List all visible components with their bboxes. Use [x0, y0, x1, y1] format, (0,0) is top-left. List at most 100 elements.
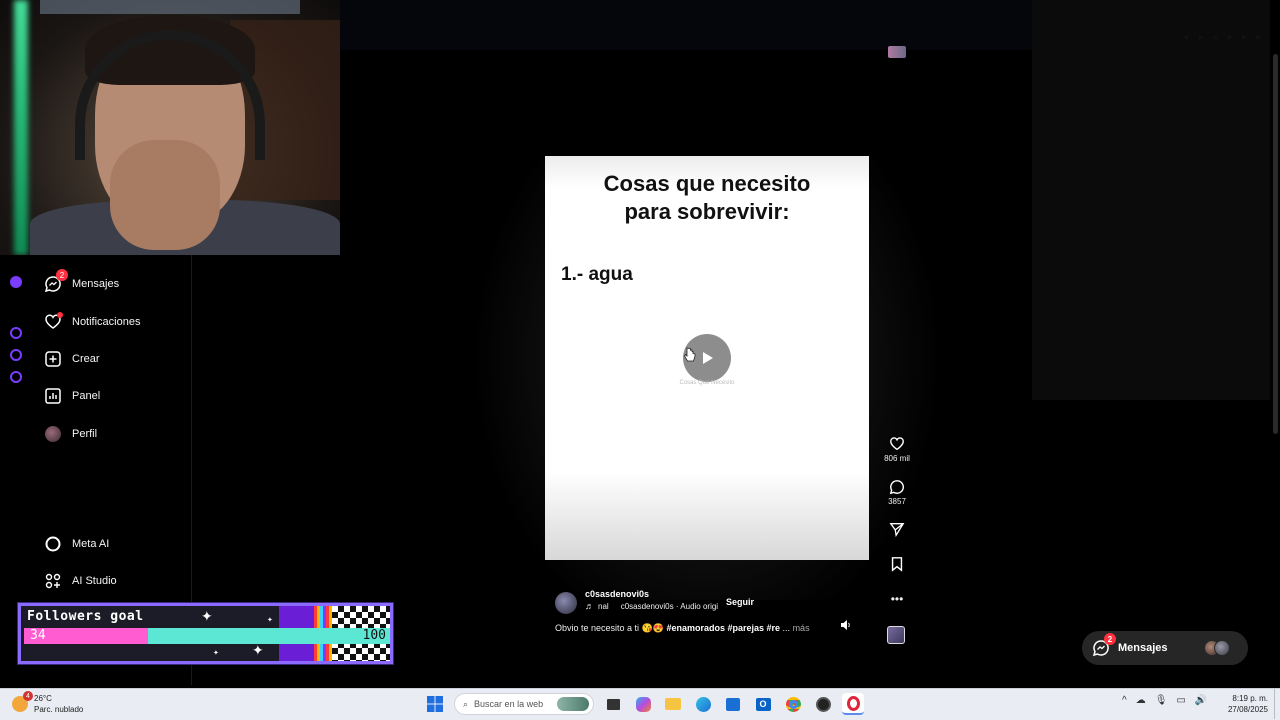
volume-button[interactable]	[840, 619, 856, 633]
temperature: 26°C	[34, 694, 52, 703]
sidebar-item-meta-ai[interactable]: Meta AI	[44, 532, 109, 556]
sidebar-item-notificaciones[interactable]: Notificaciones	[44, 310, 140, 334]
weather-text: 26°C Parc. nublado	[34, 693, 83, 715]
copilot-icon[interactable]	[632, 693, 654, 715]
store-icon[interactable]	[722, 693, 744, 715]
sidebar-item-crear[interactable]: Crear	[44, 347, 100, 371]
opera-icon[interactable]	[842, 693, 864, 715]
meta-ai-ring-icon	[44, 535, 62, 553]
file-explorer-icon[interactable]	[662, 693, 684, 715]
sidebar-item-perfil[interactable]: Perfil	[44, 422, 97, 446]
search-highlight-image	[557, 697, 589, 711]
comment-icon	[889, 480, 905, 495]
sidebar-item-ai-studio[interactable]: AI Studio	[44, 569, 117, 593]
volume-icon[interactable]: 🔊	[1195, 695, 1207, 706]
goal-target-value: 100	[362, 628, 386, 643]
caption-hashtags[interactable]: #enamorados #parejas #re	[666, 623, 780, 633]
reel-footer: c0sasdenovi0s ♬ nal c0sasdenovi0s · Audi…	[555, 586, 860, 638]
windows-start-button[interactable]	[424, 693, 446, 715]
reel-title-line: para sobrevivir:	[624, 199, 790, 224]
chrome-icon[interactable]	[782, 693, 804, 715]
notification-badge: 4	[23, 691, 33, 701]
search-placeholder: Buscar en la web	[474, 699, 544, 709]
dimmed-side-panel: ▫ ▫ ▫ ▫ ▫ ▫	[1032, 0, 1270, 400]
edge-icon[interactable]	[692, 693, 714, 715]
outlook-icon[interactable]: O	[752, 693, 774, 715]
obs-icon[interactable]	[812, 693, 834, 715]
sidebar-item-label: Mensajes	[72, 278, 120, 290]
audio-info[interactable]: ♬ nal c0sasdenovi0s · Audio origi	[585, 601, 718, 611]
notification-dot	[57, 312, 63, 318]
avatar	[1214, 640, 1230, 656]
cloud-icon[interactable]: ☁	[1136, 695, 1146, 706]
sidebar-item-label: Perfil	[72, 428, 98, 440]
bookmark-icon	[891, 557, 903, 572]
windows-taskbar: 4 26°C Parc. nublado ⌕ Buscar en la web …	[0, 688, 1280, 720]
heart-icon	[44, 312, 63, 331]
sidebar-item-label: Crear	[72, 353, 100, 365]
messages-pill-label: Mensajes	[1118, 642, 1168, 654]
goal-current-value: 34	[30, 628, 46, 643]
avatar-icon	[44, 425, 62, 443]
webcam-led-strip	[14, 0, 28, 255]
rail-clock-icon[interactable]	[10, 327, 22, 339]
audio-prefix: nal	[598, 601, 609, 611]
post-caption: Obvio te necesito a ti 😘😍 #enamorados #p…	[555, 623, 855, 634]
sparkle-icon: ✦	[213, 650, 219, 657]
webcam-shelf	[40, 0, 300, 14]
audio-thumbnail[interactable]	[887, 626, 905, 644]
taskbar-apps: ⌕ Buscar en la web O	[424, 693, 864, 715]
webcam-overlay	[0, 0, 340, 255]
show-desktop-button[interactable]	[1274, 689, 1278, 719]
display-icon[interactable]: ▭	[1176, 695, 1185, 706]
messenger-icon: 2	[1092, 633, 1116, 657]
scrollbar-thumb[interactable]	[1273, 54, 1278, 434]
reel-title-line: Cosas que necesito	[603, 171, 811, 196]
followers-goal-widget: Followers goal ✦ ✦ 34 100 ✦ ✦	[18, 603, 393, 664]
comment-button[interactable]: 3857	[880, 479, 914, 506]
rail-active-icon[interactable]	[10, 276, 22, 288]
avatar[interactable]	[555, 592, 577, 614]
messages-pill-button[interactable]: 2 Mensajes	[1082, 631, 1248, 665]
page-scrollbar[interactable]	[1270, 48, 1280, 688]
speaker-icon	[841, 620, 850, 630]
taskbar-search-box[interactable]: ⌕ Buscar en la web	[454, 693, 594, 715]
sidebar-item-panel[interactable]: Panel	[44, 384, 100, 408]
task-view-icon[interactable]	[602, 693, 624, 715]
audio-label: c0sasdenovi0s · Audio origi	[620, 601, 719, 611]
more-link[interactable]: más	[793, 623, 810, 633]
taskbar-clock[interactable]: 8:19 p. m. 27/08/2025	[1222, 693, 1268, 715]
search-icon: ⌕	[463, 698, 469, 709]
weather-condition: Parc. nublado	[34, 705, 84, 714]
top-header-strip	[340, 0, 1032, 50]
heart-icon	[890, 437, 904, 451]
share-button[interactable]	[880, 521, 914, 537]
rail-settings-icon[interactable]	[10, 371, 22, 383]
post-username[interactable]: c0sasdenovi0s	[585, 589, 649, 599]
ghost-icon: ▫	[1184, 30, 1189, 44]
caption-text: Obvio te necesito a ti 😘😍	[555, 623, 667, 633]
like-button[interactable]: 806 mil	[880, 436, 914, 463]
play-icon	[703, 352, 713, 364]
ghost-icon: ▫	[1255, 30, 1260, 44]
ghost-toolbar: ▫ ▫ ▫ ▫ ▫ ▫	[1184, 30, 1260, 44]
rail-home-icon[interactable]	[10, 349, 22, 361]
microphone-icon[interactable]: 🎙	[1155, 695, 1168, 706]
clock-date: 27/08/2025	[1227, 705, 1268, 714]
previous-reel-thumbnail[interactable]	[888, 46, 906, 58]
sidebar-item-label: Notificaciones	[72, 316, 141, 328]
follow-button[interactable]: Seguir	[721, 594, 759, 610]
caption-ellipsis: ...	[780, 623, 793, 633]
goal-progress-track: 34 100	[24, 628, 390, 644]
save-button[interactable]	[880, 556, 914, 572]
chevron-up-icon[interactable]: ^	[1122, 695, 1127, 706]
ghost-icon: ▫	[1198, 30, 1203, 44]
ai-studio-icon	[44, 572, 62, 590]
more-options-button[interactable]: •••	[880, 592, 914, 606]
reel-actions: 806 mil 3857 •••	[880, 40, 914, 650]
reel-video[interactable]: Cosas que necesito para sobrevivir: 1.- …	[545, 70, 869, 560]
ghost-icon: ▫	[1241, 30, 1246, 44]
sparkle-icon: ✦	[267, 617, 273, 624]
sidebar-item-mensajes[interactable]: 2 Mensajes	[44, 269, 120, 296]
weather-widget[interactable]: 4 26°C Parc. nublado	[12, 691, 83, 715]
